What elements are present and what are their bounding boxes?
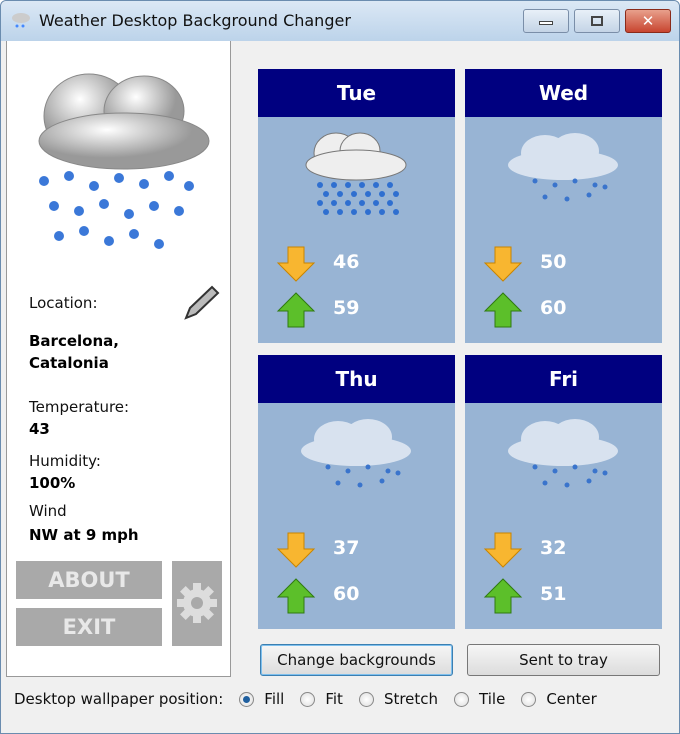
wind-value: NW at 9 mph xyxy=(29,526,139,544)
current-weather-panel: Location: Barcelona, Catalonia Temperatur… xyxy=(6,41,231,677)
light-rain-cloud-icon xyxy=(301,419,411,488)
radio-tile[interactable]: Tile xyxy=(454,690,505,708)
wind-label: Wind xyxy=(29,502,67,520)
low-temp-down-arrow-icon xyxy=(483,532,523,568)
radio-button-icon[interactable] xyxy=(300,691,316,707)
heavy-rain-cloud-icon xyxy=(305,132,407,215)
app-window: Weather Desktop Background Changer ✕ Loc… xyxy=(0,0,680,734)
app-weather-icon xyxy=(12,13,30,28)
humidity-value: 100% xyxy=(29,474,76,492)
high-temp-up-arrow-icon xyxy=(483,578,523,614)
radio-label: Fill xyxy=(264,690,285,708)
radio-button-icon[interactable] xyxy=(239,691,255,707)
forecast-day: Fri xyxy=(465,355,662,403)
gear-icon xyxy=(177,583,217,623)
minimize-icon xyxy=(539,21,553,25)
low-temp-down-arrow-icon xyxy=(483,246,523,282)
low-temp-down-arrow-icon xyxy=(276,532,316,568)
radio-button-icon[interactable] xyxy=(454,691,470,707)
forecast-card-fri: Fri 32 51 xyxy=(465,355,662,629)
humidity-label: Humidity: xyxy=(29,452,101,470)
location-label: Location: xyxy=(29,294,98,312)
location-value: Barcelona, Catalonia xyxy=(29,330,119,374)
forecast-card-thu: Thu 37 60 xyxy=(258,355,455,629)
heavy-rain-cloud-icon xyxy=(38,73,210,249)
forecast-low: 37 xyxy=(333,537,360,559)
forecast-day: Thu xyxy=(258,355,455,403)
low-temp-down-arrow-icon xyxy=(276,246,316,282)
window-title: Weather Desktop Background Changer xyxy=(39,11,351,30)
forecast-day: Wed xyxy=(465,69,662,117)
forecast-high: 59 xyxy=(333,297,360,319)
radio-center[interactable]: Center xyxy=(521,690,597,708)
exit-button[interactable]: EXIT xyxy=(16,608,162,646)
radio-fill[interactable]: Fill xyxy=(239,690,284,708)
change-backgrounds-button[interactable]: Change backgrounds xyxy=(260,644,453,676)
light-rain-cloud-icon xyxy=(508,419,618,488)
radio-label: Fit xyxy=(325,690,343,708)
forecast-card-wed: Wed 50 60 xyxy=(465,69,662,343)
forecast-low: 50 xyxy=(540,251,567,273)
location-city: Barcelona, xyxy=(29,332,119,350)
high-temp-up-arrow-icon xyxy=(276,292,316,328)
title-bar: Weather Desktop Background Changer ✕ xyxy=(1,1,679,41)
radio-fit[interactable]: Fit xyxy=(300,690,343,708)
forecast-day: Tue xyxy=(258,69,455,117)
forecast-low: 32 xyxy=(540,537,567,559)
temperature-value: 43 xyxy=(29,420,50,438)
radio-stretch[interactable]: Stretch xyxy=(358,690,439,708)
close-button[interactable]: ✕ xyxy=(625,9,671,33)
high-temp-up-arrow-icon xyxy=(276,578,316,614)
forecast-high: 60 xyxy=(333,583,360,605)
radio-label: Center xyxy=(546,690,597,708)
radio-label: Tile xyxy=(479,690,506,708)
maximize-button[interactable] xyxy=(574,9,620,33)
maximize-icon xyxy=(591,16,603,26)
radio-button-icon[interactable] xyxy=(521,691,537,707)
forecast-card-tue: Tue 46 59 xyxy=(258,69,455,343)
wallpaper-position-group: Desktop wallpaper position: Fill Fit Stret… xyxy=(14,690,597,708)
close-icon: ✕ xyxy=(641,12,655,30)
sent-to-tray-button[interactable]: Sent to tray xyxy=(467,644,660,676)
forecast-low: 46 xyxy=(333,251,360,273)
location-region: Catalonia xyxy=(29,354,109,372)
radio-label: Stretch xyxy=(383,690,439,708)
light-rain-cloud-icon xyxy=(508,133,618,202)
high-temp-up-arrow-icon xyxy=(483,292,523,328)
temperature-label: Temperature: xyxy=(29,398,130,416)
radio-button-icon[interactable] xyxy=(358,691,374,707)
minimize-button[interactable] xyxy=(523,9,569,33)
forecast-high: 51 xyxy=(540,583,567,605)
edit-location-pencil-icon[interactable] xyxy=(180,284,220,322)
about-button[interactable]: ABOUT xyxy=(16,561,162,599)
forecast-high: 60 xyxy=(540,297,567,319)
settings-button[interactable] xyxy=(172,561,222,646)
wallpaper-position-label: Desktop wallpaper position: xyxy=(14,690,224,708)
